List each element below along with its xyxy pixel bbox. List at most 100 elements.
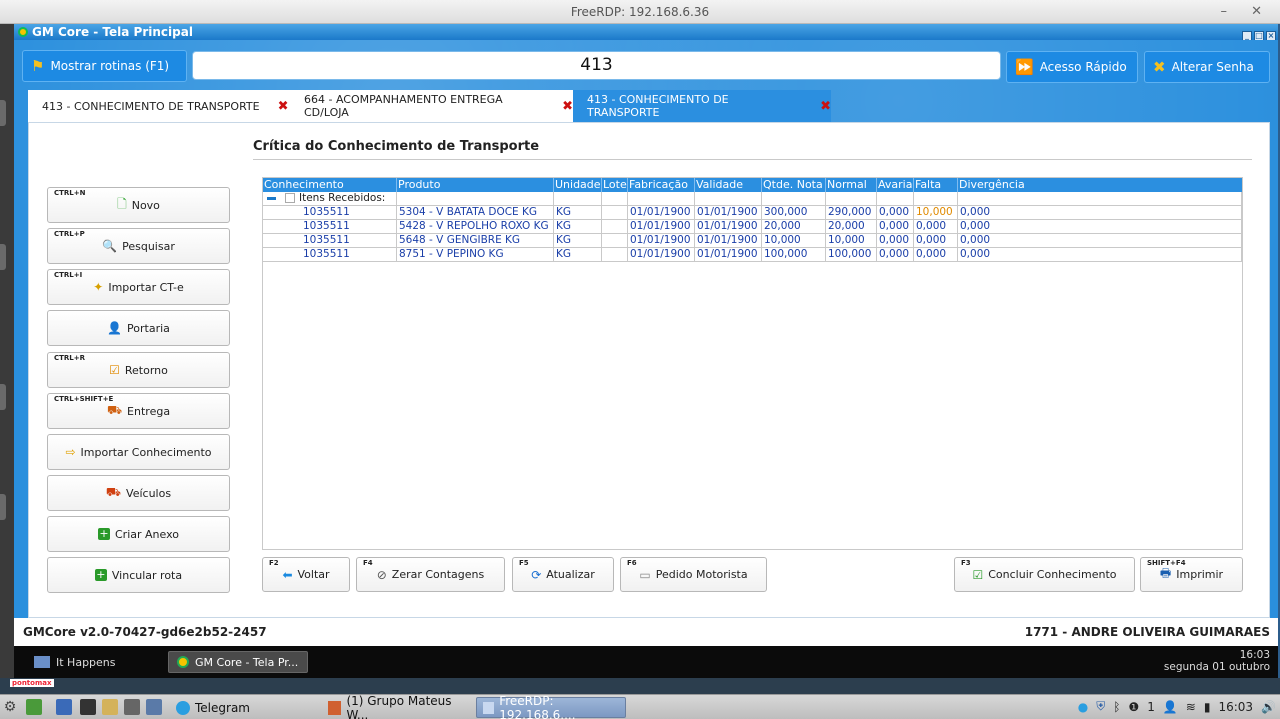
col-unidade[interactable]: Unidade xyxy=(554,178,602,192)
cell-qtde-nota: 100,000 xyxy=(762,248,826,262)
battery-icon[interactable]: ▮ xyxy=(1204,700,1211,714)
col-qtde-nota[interactable]: Qtde. Nota xyxy=(762,178,826,192)
telegram-tray-icon[interactable]: ● xyxy=(1078,700,1088,714)
col-lote[interactable]: Lote xyxy=(602,178,628,192)
screenshot-icon[interactable] xyxy=(146,699,162,715)
tab-label: 664 - ACOMPANHAMENTO ENTREGA CD/LOJA xyxy=(304,93,503,119)
show-routines-button[interactable]: ⚑ Mostrar rotinas (F1) xyxy=(22,50,187,82)
portaria-button[interactable]: 👤 Portaria xyxy=(47,310,230,346)
volume-icon[interactable]: 🔊 xyxy=(1261,700,1276,714)
table-row[interactable]: 1035511 5428 - V REPOLHO ROXO KG KG 01/0… xyxy=(263,220,1242,234)
terminal-icon[interactable] xyxy=(80,699,96,715)
remote-date: segunda 01 outubro xyxy=(1163,661,1270,673)
link-route-label: Vincular rota xyxy=(111,568,183,582)
col-falta[interactable]: Falta xyxy=(914,178,958,192)
wifi-icon[interactable]: ≋ xyxy=(1186,700,1196,714)
search-button[interactable]: CTRL+P 🔍 Pesquisar xyxy=(47,228,230,264)
change-password-button[interactable]: ✖ Alterar Senha xyxy=(1144,51,1270,83)
tab-413-conhecimento-active[interactable]: 413 - CONHECIMENTO DE TRANSPORTE ✖ xyxy=(573,90,831,122)
collapse-icon[interactable] xyxy=(267,196,276,200)
telegram-icon xyxy=(176,700,190,715)
shortcut-hint: F5 xyxy=(519,559,529,567)
col-validade[interactable]: Validade xyxy=(695,178,762,192)
cell-produto: 5304 - V BATATA DOCE KG xyxy=(397,206,554,220)
finish-knowledge-label: Concluir Conhecimento xyxy=(988,568,1117,581)
reset-counts-button[interactable]: F4 ⊘ Zerar Contagens xyxy=(356,557,505,592)
finish-knowledge-button[interactable]: F3 ☑ Concluir Conhecimento xyxy=(954,557,1135,592)
table-row[interactable]: 1035511 8751 - V PEPINO KG KG 01/01/1900… xyxy=(263,248,1242,262)
remote-time: 16:03 xyxy=(1239,649,1270,661)
tab-close-icon[interactable]: ✖ xyxy=(562,99,573,114)
checkbox-icon: ☑ xyxy=(109,363,120,377)
delivery-button[interactable]: CTRL+SHIFT+E ⛟ Entrega xyxy=(47,393,230,429)
group-label: Itens Recebidos: xyxy=(299,192,386,204)
group-checkbox[interactable] xyxy=(285,193,295,203)
col-divergencia[interactable]: Divergência xyxy=(958,178,1242,192)
rdp-window-controls[interactable]: – ✕ xyxy=(1220,0,1272,24)
import-cte-button[interactable]: CTRL+I ✦ Importar CT-e xyxy=(47,269,230,305)
group-row[interactable]: Itens Recebidos: xyxy=(263,192,1242,206)
task-label: GM Core - Tela Pr... xyxy=(195,655,299,669)
host-task-freerdp[interactable]: FreeRDP: 192.168.6.... xyxy=(476,694,626,719)
host-clock[interactable]: 16:03 xyxy=(1218,700,1253,714)
driver-order-button[interactable]: F6 ▭ Pedido Motorista xyxy=(620,557,767,592)
host-task-telegram[interactable]: Telegram xyxy=(170,697,320,718)
cell-lote xyxy=(602,206,628,220)
show-routines-label: Mostrar rotinas (F1) xyxy=(50,59,170,73)
tab-413-conhecimento-1[interactable]: 413 - CONHECIMENTO DE TRANSPORTE ✖ xyxy=(28,90,290,122)
create-attachment-button[interactable]: + Criar Anexo xyxy=(47,516,230,552)
cell-conhecimento: 1035511 xyxy=(263,206,397,220)
shield-icon[interactable]: ⛨ xyxy=(1096,699,1105,714)
cell-fabricacao: 01/01/1900 xyxy=(628,206,695,220)
routine-search-input[interactable]: 413 xyxy=(192,51,1001,80)
cell-avaria: 0,000 xyxy=(877,206,914,220)
create-attachment-label: Criar Anexo xyxy=(115,527,179,541)
card-icon: ▭ xyxy=(639,567,651,582)
back-arrow-icon: ⬅ xyxy=(282,567,293,582)
cell-divergencia: 0,000 xyxy=(958,248,1242,262)
col-produto[interactable]: Produto xyxy=(397,178,554,192)
table-row[interactable]: 1035511 5648 - V GENGIBRE KG KG 01/01/19… xyxy=(263,234,1242,248)
folder-icon[interactable] xyxy=(102,699,118,715)
import-knowledge-button[interactable]: ⇨ Importar Conhecimento xyxy=(47,434,230,470)
vehicles-button[interactable]: ⛟ Veículos xyxy=(47,475,230,511)
quick-access-button[interactable]: ⏩ Acesso Rápido xyxy=(1006,51,1138,83)
return-button[interactable]: CTRL+R ☑ Retorno xyxy=(47,352,230,388)
window-icon xyxy=(34,656,50,668)
col-conhecimento[interactable]: Conhecimento xyxy=(263,178,397,192)
col-avaria[interactable]: Avaria xyxy=(877,178,914,192)
gear-icon[interactable]: ⚙ xyxy=(2,699,18,715)
cell-lote xyxy=(602,220,628,234)
remote-task-gmcore[interactable]: GM Core - Tela Pr... xyxy=(168,651,308,673)
bluetooth-icon[interactable]: ᛒ xyxy=(1113,700,1120,714)
cell-fabricacao: 01/01/1900 xyxy=(628,248,695,262)
tab-664-acompanhamento[interactable]: 664 - ACOMPANHAMENTO ENTREGA CD/LOJA ✖ xyxy=(290,90,573,122)
group-empty-cell xyxy=(914,192,958,206)
remote-task-it-happens[interactable]: It Happens xyxy=(26,651,164,673)
cell-produto: 5428 - V REPOLHO ROXO KG xyxy=(397,220,554,234)
host-task-whatsapp[interactable]: (1) Grupo Mateus W... xyxy=(322,694,472,719)
camera-icon[interactable] xyxy=(124,699,140,715)
cell-normal: 100,000 xyxy=(826,248,877,262)
tab-close-icon[interactable]: ✖ xyxy=(278,99,289,114)
app-launcher-icon[interactable] xyxy=(26,699,42,715)
cell-conhecimento: 1035511 xyxy=(263,220,397,234)
print-button[interactable]: SHIFT+F4 🖶 Imprimir xyxy=(1140,557,1243,592)
refresh-button[interactable]: F5 ⟳ Atualizar xyxy=(512,557,614,592)
notification-icon[interactable]: ❶ xyxy=(1128,700,1139,714)
col-normal[interactable]: Normal xyxy=(826,178,877,192)
link-route-button[interactable]: + Vincular rota xyxy=(47,557,230,593)
col-fabricacao[interactable]: Fabricação xyxy=(628,178,695,192)
browser-icon[interactable] xyxy=(56,699,72,715)
user-icon[interactable]: 👤 xyxy=(1163,700,1178,714)
desktop-strip: pontomax xyxy=(0,678,1280,694)
table-row[interactable]: 1035511 5304 - V BATATA DOCE KG KG 01/01… xyxy=(263,206,1242,220)
tab-close-icon[interactable]: ✖ xyxy=(820,99,831,114)
change-password-label: Alterar Senha xyxy=(1171,60,1254,74)
cell-conhecimento: 1035511 xyxy=(263,248,397,262)
back-button[interactable]: F2 ⬅ Voltar xyxy=(262,557,350,592)
group-empty-cell xyxy=(628,192,695,206)
cell-avaria: 0,000 xyxy=(877,248,914,262)
shortcut-hint: CTRL+R xyxy=(54,354,86,362)
new-button[interactable]: CTRL+N 🗋 Novo xyxy=(47,187,230,223)
